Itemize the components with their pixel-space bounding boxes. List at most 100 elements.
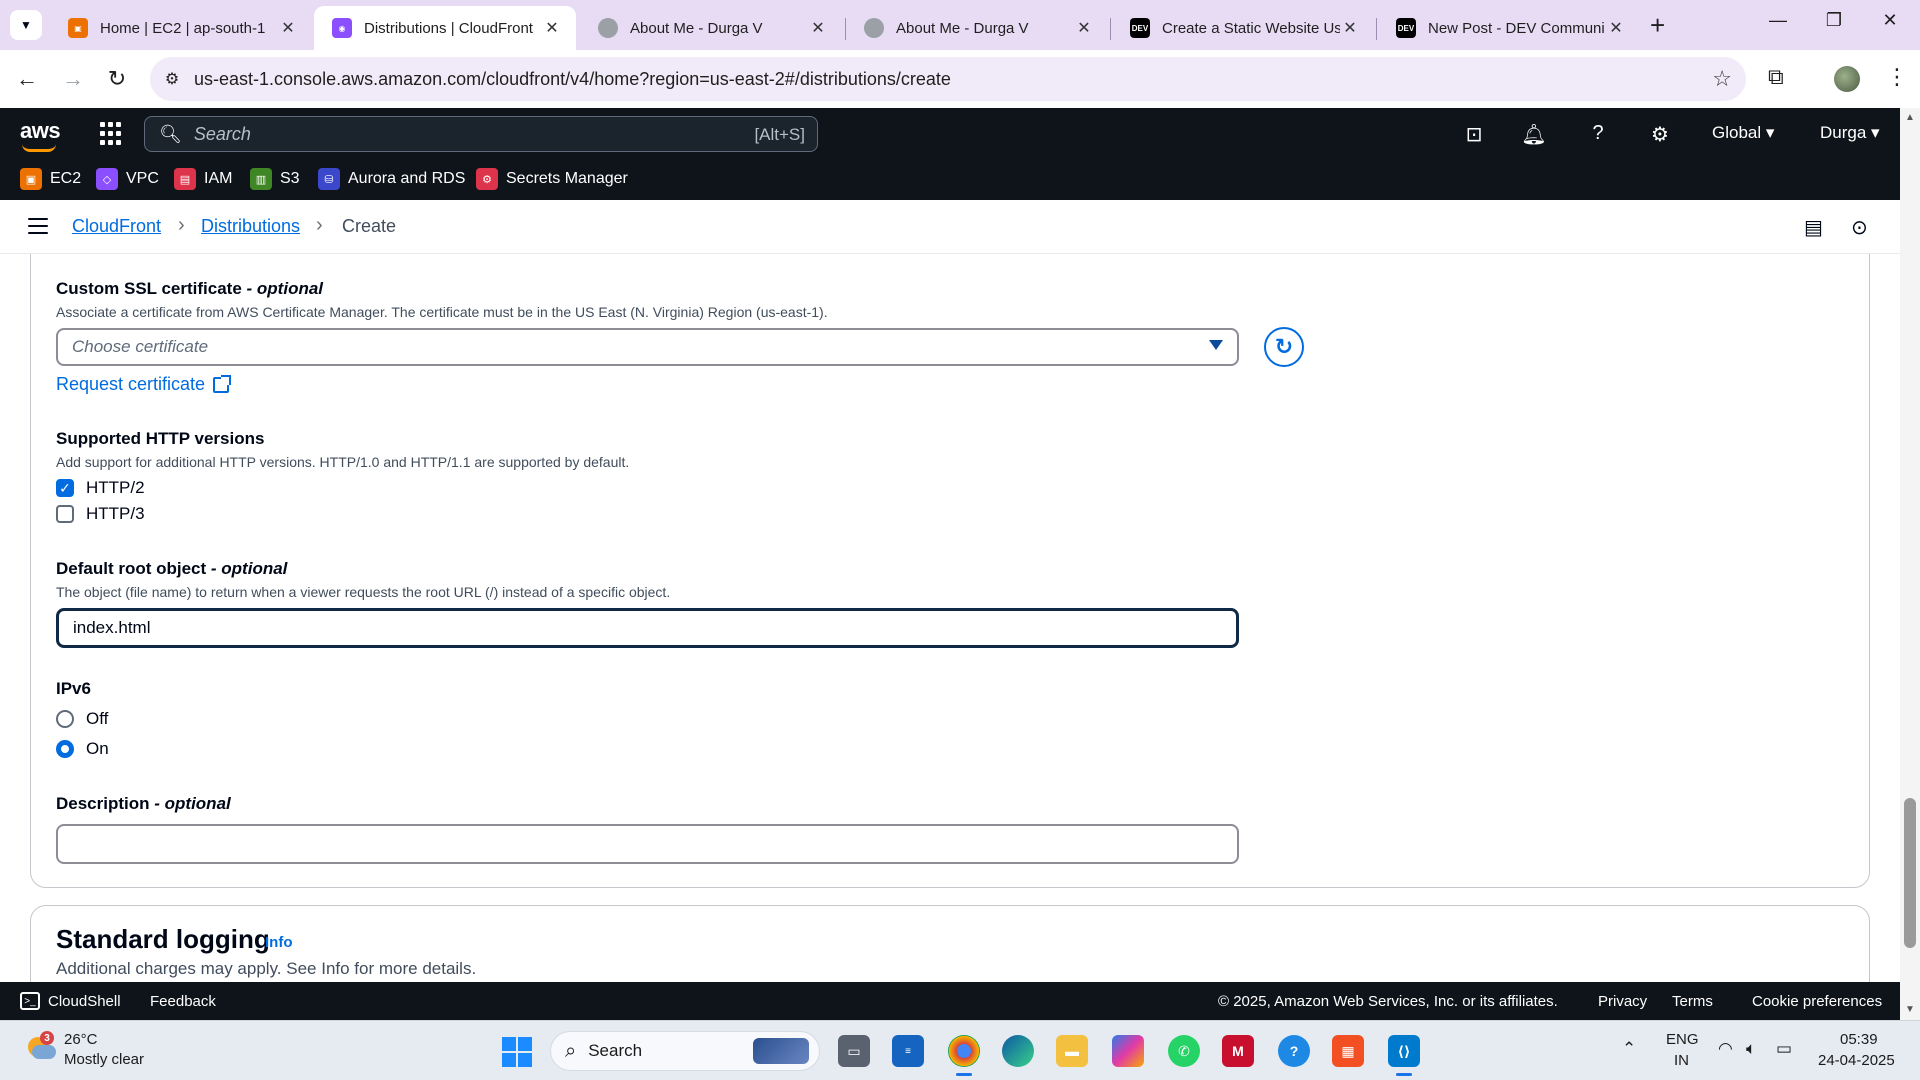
minimize-icon[interactable]: — [1758,10,1798,31]
settings-gear-icon[interactable]: ⚙ [1646,122,1674,147]
cookie-preferences-link[interactable]: Cookie preferences [1752,993,1882,1010]
notifications-panel-icon[interactable]: ⊙ [1851,215,1868,240]
description-input[interactable] [56,824,1239,864]
aws-logo[interactable]: aws [20,118,61,152]
breadcrumb-cloudfront[interactable]: CloudFront [72,216,161,237]
breadcrumb-distributions[interactable]: Distributions [201,216,300,237]
mcafee-icon[interactable]: M [1222,1035,1254,1067]
browser-tab-about-me-1[interactable]: About Me - Durga V ✕ [580,6,842,50]
scrollbar-thumb[interactable] [1904,798,1916,948]
wifi-icon[interactable]: ◠ [1718,1039,1733,1059]
restore-icon[interactable]: ❐ [1814,10,1854,31]
services-grid-icon[interactable] [100,122,124,146]
favorite-ec2[interactable]: ▣ EC2 [20,168,81,190]
help-app-icon[interactable]: ? [1278,1035,1310,1067]
copilot-icon[interactable] [1112,1035,1144,1067]
help-icon[interactable]: ? [1584,122,1612,145]
windows-start-icon[interactable] [502,1037,532,1067]
scroll-up-arrow-icon[interactable]: ▲ [1905,112,1915,123]
forward-arrow-icon[interactable]: → [58,64,88,94]
tab-separator [1376,18,1377,40]
page-scrollbar[interactable]: ▲ ▼ [1900,108,1920,1020]
chrome-icon[interactable] [948,1035,980,1076]
clock-time[interactable]: 05:39 [1840,1031,1878,1048]
weather-badge: 3 [40,1031,54,1045]
favorite-aurora-rds[interactable]: ⛁ Aurora and RDS [318,168,465,190]
favorite-vpc[interactable]: ◇ VPC [96,168,159,190]
mylp-app-icon[interactable]: ≡ [892,1035,924,1067]
browser-tab-cloudfront[interactable]: ◉ Distributions | CloudFront ✕ [314,6,576,50]
new-tab-plus-icon[interactable]: + [1650,12,1665,38]
favorite-secrets-manager[interactable]: ⚙ Secrets Manager [476,168,628,190]
http2-checkbox-row[interactable]: ✓ HTTP/2 [56,478,145,498]
volume-icon[interactable]: 🔈︎ [1746,1039,1756,1059]
http2-checkbox[interactable]: ✓ [56,479,74,497]
weather-widget-icon[interactable]: 3 [24,1031,56,1063]
scroll-down-arrow-icon[interactable]: ▼ [1905,1004,1915,1015]
close-tab-icon[interactable]: ✕ [808,18,828,38]
browser-tab-ec2[interactable]: ▣ Home | EC2 | ap-south-1 ✕ [50,6,312,50]
http3-checkbox-row[interactable]: HTTP/3 [56,504,145,524]
file-explorer-icon[interactable]: ▬ [1056,1035,1088,1067]
browser-tab-new-post[interactable]: DEV New Post - DEV Communi ✕ [1378,6,1640,50]
request-certificate-link[interactable]: Request certificate [56,374,232,395]
close-tab-icon[interactable]: ✕ [278,18,298,38]
reload-icon[interactable]: ↻ [102,64,132,94]
breadcrumb: CloudFront › Distributions › Create ▤ ⊙ [0,200,1900,254]
ec2-icon: ▣ [20,168,42,190]
close-window-icon[interactable]: ✕ [1870,10,1910,31]
profile-avatar[interactable] [1834,66,1860,92]
info-panel-icon[interactable]: ▤ [1804,215,1823,240]
account-menu[interactable]: Durga ▾ [1820,123,1880,143]
refresh-certificates-button[interactable]: ↻ [1264,327,1304,367]
ipv6-off-option[interactable]: Off [56,709,108,729]
terms-link[interactable]: Terms [1672,993,1713,1010]
favorite-s3[interactable]: ▥ S3 [250,168,300,190]
cloudshell-link[interactable]: CloudShell [48,993,121,1010]
edge-icon[interactable] [1002,1035,1034,1067]
default-root-object-input[interactable] [56,608,1239,648]
aws-search-input[interactable] [193,123,714,145]
close-tab-icon[interactable]: ✕ [542,18,562,38]
close-tab-icon[interactable]: ✕ [1340,18,1360,38]
language-indicator[interactable]: ENG [1666,1031,1699,1048]
globe-icon [598,18,618,38]
certificate-select[interactable]: Choose certificate [56,328,1239,366]
whatsapp-icon[interactable]: ✆ [1168,1035,1200,1067]
back-arrow-icon[interactable]: ← [12,64,42,94]
cloudshell-icon[interactable]: ⊡ [1460,122,1488,147]
close-tab-icon[interactable]: ✕ [1606,18,1626,38]
extensions-puzzle-icon[interactable]: ⧉ [1768,64,1784,90]
region-selector[interactable]: Global ▾ [1712,123,1774,143]
privacy-link[interactable]: Privacy [1598,993,1647,1010]
feedback-link[interactable]: Feedback [150,993,216,1010]
taskbar-search-box[interactable]: ⌕ Search [550,1031,820,1071]
tab-search-button[interactable]: ▼ [10,10,42,40]
chevron-right-icon: › [178,214,185,236]
close-tab-icon[interactable]: ✕ [1074,18,1094,38]
iam-icon: ▤ [174,168,196,190]
address-bar[interactable]: ⚙ us-east-1.console.aws.amazon.com/cloud… [150,57,1746,101]
hamburger-menu-icon[interactable] [28,218,48,234]
http3-checkbox[interactable] [56,505,74,523]
notifications-bell-icon[interactable]: 🔔︎ [1520,122,1548,147]
favorite-iam[interactable]: ▤ IAM [174,168,232,190]
ipv6-on-option[interactable]: On [56,739,109,759]
ipv6-on-radio[interactable] [56,740,74,758]
battery-icon[interactable]: ▭ [1776,1039,1792,1059]
secrets-manager-icon: ⚙ [476,168,498,190]
vscode-icon[interactable]: ⟨⟩ [1388,1035,1420,1076]
bookmark-star-icon[interactable]: ☆ [1712,66,1732,92]
browser-tab-about-me-2[interactable]: About Me - Durga V ✕ [846,6,1108,50]
browser-menu-icon[interactable]: ⋮ [1886,64,1908,90]
site-info-icon[interactable]: ⚙ [150,69,194,89]
ipv6-off-radio[interactable] [56,710,74,728]
weather-temperature: 26°C [64,1031,98,1048]
standard-logging-info-link[interactable]: Info [265,934,293,951]
task-view-icon[interactable]: ▭ [838,1035,870,1067]
vpc-icon: ◇ [96,168,118,190]
browser-tab-static-website[interactable]: DEV Create a Static Website Usi ✕ [1112,6,1374,50]
microsoft-store-icon[interactable]: ▦ [1332,1035,1364,1067]
aws-search-box[interactable]: 🔍︎ [Alt+S] [144,116,818,152]
show-hidden-icons-chevron-icon[interactable]: ⌃ [1622,1039,1636,1059]
